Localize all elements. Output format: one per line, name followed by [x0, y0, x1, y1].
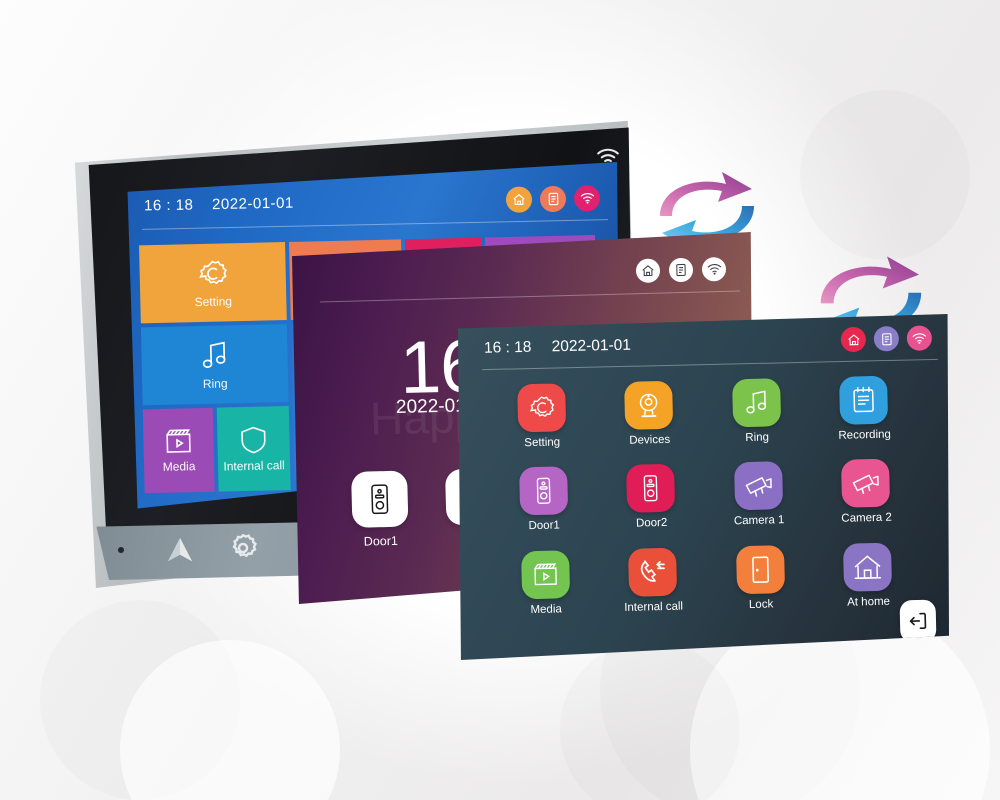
- tile-label: Setting: [194, 294, 233, 310]
- door-icon: [626, 464, 676, 514]
- app-grid: Setting Devices Ring Recording Door1 Doo…: [487, 375, 923, 635]
- app-label: Camera 2: [841, 511, 892, 526]
- shield-call-icon: [238, 424, 269, 455]
- recording-icon: [839, 375, 889, 425]
- app-label: Setting: [524, 436, 561, 450]
- app-recording[interactable]: Recording: [810, 375, 919, 461]
- app-grid-screen: 16 : 18 2022-01-01 Setting Devices Ring …: [458, 314, 950, 660]
- app-label: Devices: [629, 433, 671, 447]
- home-house-icon: [843, 542, 893, 592]
- app-setting[interactable]: Setting: [487, 383, 596, 469]
- records-icon[interactable]: [668, 257, 694, 283]
- tile-label: Media: [162, 459, 196, 474]
- app-label: Internal call: [624, 600, 684, 614]
- records-icon[interactable]: [539, 185, 567, 213]
- tile-label: Ring: [202, 376, 228, 391]
- wifi-icon[interactable]: [701, 256, 727, 282]
- app-label: Ring: [745, 431, 770, 445]
- tile-ring[interactable]: Ring: [140, 324, 289, 406]
- status-icon-group: [505, 185, 601, 213]
- clock-display: 16 : 18 2022-01-01: [484, 337, 631, 358]
- door-icon: [518, 466, 568, 516]
- home-icon[interactable]: [635, 258, 661, 284]
- app-devices[interactable]: Devices: [595, 380, 704, 466]
- app-label: Camera 1: [733, 514, 785, 528]
- records-icon[interactable]: [873, 326, 900, 352]
- app-label: Door1: [363, 533, 399, 549]
- phone-call-icon: [628, 547, 678, 597]
- app-label: Door2: [635, 517, 668, 530]
- app-label: At home: [847, 595, 891, 609]
- media-clip-icon: [163, 427, 194, 456]
- showcase-stage: 16 : 18 2022-01-01 Setting Ring Media In…: [0, 0, 1000, 800]
- clock-date: 2022-01-01: [551, 336, 632, 356]
- status-icon-group: [635, 256, 727, 284]
- app-door1[interactable]: Door1: [351, 470, 409, 549]
- app-door1[interactable]: Door1: [489, 466, 598, 552]
- unlock-arrow-icon[interactable]: [164, 536, 196, 566]
- app-camera-1[interactable]: Camera 1: [704, 461, 813, 547]
- camera-icon: [841, 458, 891, 509]
- app-label: Door1: [528, 519, 560, 533]
- clock-time: 16 : 18: [483, 338, 532, 357]
- app-label: Lock: [748, 598, 774, 611]
- status-icon-group: [840, 325, 933, 353]
- app-ring[interactable]: Ring: [702, 378, 811, 464]
- home-icon[interactable]: [505, 186, 533, 213]
- gear-icon: [516, 383, 566, 433]
- app-media[interactable]: Media: [491, 549, 600, 635]
- exit-arrow-icon: [908, 611, 928, 631]
- app-door2[interactable]: Door2: [597, 463, 706, 549]
- app-camera-2[interactable]: Camera 2: [811, 458, 920, 544]
- clock-date: 2022-01-01: [211, 194, 294, 214]
- media-clip-icon: [520, 549, 570, 599]
- music-note-icon: [198, 338, 231, 373]
- tile-media[interactable]: Media: [142, 407, 215, 494]
- wifi-icon[interactable]: [906, 325, 933, 351]
- app-internal-call[interactable]: Internal call: [599, 547, 708, 633]
- tile-label: Internal call: [223, 458, 285, 474]
- gear-icon: [195, 256, 230, 291]
- status-divider: [320, 290, 740, 303]
- clock-display: 16 : 18 2022-01-01: [144, 195, 294, 215]
- door-icon: [351, 470, 409, 528]
- clock-time: 16 : 18: [143, 196, 194, 215]
- app-label: Media: [530, 603, 562, 616]
- home-icon[interactable]: [840, 326, 867, 353]
- gear-icon[interactable]: [227, 532, 259, 564]
- camera-icon: [733, 461, 783, 511]
- app-label: Recording: [838, 428, 891, 442]
- tile-setting[interactable]: Setting: [139, 242, 287, 324]
- devices-icon: [624, 380, 674, 430]
- mic-dot-icon: [118, 547, 124, 553]
- app-lock[interactable]: Lock: [706, 544, 815, 630]
- bokeh-circle: [800, 90, 970, 260]
- tile-internal-call[interactable]: Internal call: [216, 406, 291, 492]
- lock-door-icon: [735, 544, 785, 594]
- status-divider: [142, 219, 608, 230]
- wifi-icon[interactable]: [573, 185, 601, 212]
- music-note-icon: [731, 378, 781, 428]
- back-exit-button[interactable]: [899, 599, 937, 643]
- back-status-bar: 16 : 18 2022-01-01: [144, 185, 604, 220]
